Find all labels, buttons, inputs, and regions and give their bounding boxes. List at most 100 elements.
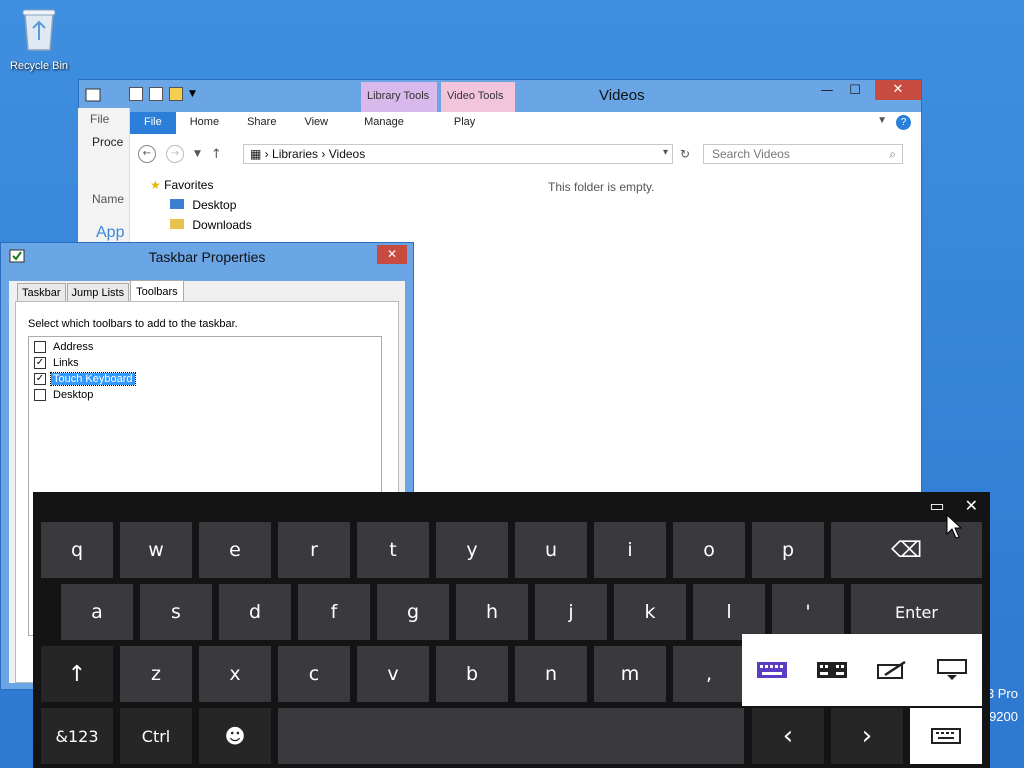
enter-key[interactable]: Enter bbox=[851, 584, 982, 640]
recycle-bin-shortcut[interactable]: Recycle Bin bbox=[6, 6, 72, 72]
emoji-key[interactable]: ☻ bbox=[199, 708, 271, 764]
new-folder-icon[interactable] bbox=[169, 87, 183, 101]
key-b[interactable]: b bbox=[436, 646, 508, 702]
refresh-icon[interactable]: ↻ bbox=[680, 147, 690, 161]
key-l[interactable]: l bbox=[693, 584, 765, 640]
toolbars-description: Select which toolbars to add to the task… bbox=[28, 318, 238, 330]
key-c[interactable]: c bbox=[278, 646, 350, 702]
symbols-key[interactable]: &123 bbox=[41, 708, 113, 764]
key-m[interactable]: m bbox=[594, 646, 666, 702]
keyboard-switcher-key[interactable] bbox=[910, 708, 982, 764]
key-a[interactable]: a bbox=[61, 584, 133, 640]
address-field[interactable]: ▦ › Libraries › Videos ▾ bbox=[243, 144, 673, 164]
handwriting-icon bbox=[877, 661, 906, 679]
key-o[interactable]: o bbox=[673, 522, 745, 578]
key-j[interactable]: j bbox=[535, 584, 607, 640]
tab-view[interactable]: View bbox=[290, 112, 342, 134]
nav-item-desktop[interactable]: Desktop bbox=[140, 198, 290, 212]
breadcrumb-videos[interactable]: Videos bbox=[329, 147, 365, 161]
tab-play[interactable]: Play bbox=[440, 112, 489, 134]
standard-keyboard-option[interactable] bbox=[756, 660, 788, 680]
dock-keyboard-icon[interactable]: ▭ bbox=[929, 496, 944, 515]
video-library-icon[interactable] bbox=[129, 87, 143, 101]
recycle-bin-icon bbox=[22, 9, 56, 51]
properties-icon[interactable] bbox=[149, 87, 163, 101]
key-p[interactable]: p bbox=[752, 522, 824, 578]
hide-keyboard-icon bbox=[937, 659, 967, 680]
toolbar-item-label: Links bbox=[53, 357, 79, 369]
bg-file-tab[interactable]: File bbox=[90, 112, 109, 126]
toolbar-item-desktop[interactable]: Desktop bbox=[31, 387, 379, 403]
maximize-button[interactable]: ☐ bbox=[841, 80, 869, 102]
key-g[interactable]: g bbox=[377, 584, 449, 640]
back-arrow-icon[interactable]: ← bbox=[138, 145, 156, 163]
key-i[interactable]: i bbox=[594, 522, 666, 578]
key-d[interactable]: d bbox=[219, 584, 291, 640]
key-h[interactable]: h bbox=[456, 584, 528, 640]
hide-keyboard-option[interactable] bbox=[936, 659, 968, 680]
toolbar-item-label: Desktop bbox=[53, 389, 94, 401]
key-k[interactable]: k bbox=[614, 584, 686, 640]
ctrl-key[interactable]: Ctrl bbox=[120, 708, 192, 764]
checkbox-checked[interactable]: ✓ bbox=[34, 357, 46, 369]
nav-favorites[interactable]: ★ Favorites bbox=[140, 178, 290, 192]
key-q[interactable]: q bbox=[41, 522, 113, 578]
tab-manage[interactable]: Manage bbox=[350, 112, 418, 134]
key-f[interactable]: f bbox=[298, 584, 370, 640]
empty-folder-message: This folder is empty. bbox=[548, 180, 655, 194]
key-z[interactable]: z bbox=[120, 646, 192, 702]
left-arrow-key[interactable]: ‹ bbox=[752, 708, 824, 764]
expand-ribbon-icon[interactable]: ▼ bbox=[877, 115, 887, 126]
star-icon: ★ bbox=[150, 178, 161, 192]
nav-item-downloads[interactable]: Downloads bbox=[140, 218, 290, 232]
tab-jump-lists[interactable]: Jump Lists bbox=[66, 283, 130, 303]
spacebar-key[interactable] bbox=[278, 708, 744, 764]
key-r[interactable]: r bbox=[278, 522, 350, 578]
key-v[interactable]: v bbox=[357, 646, 429, 702]
key-n[interactable]: n bbox=[515, 646, 587, 702]
key-apostrophe[interactable]: ' bbox=[772, 584, 844, 640]
shift-key[interactable]: ↑ bbox=[41, 646, 113, 702]
key-x[interactable]: x bbox=[199, 646, 271, 702]
split-keyboard-option[interactable] bbox=[816, 660, 848, 680]
key-comma[interactable]: , bbox=[673, 646, 745, 702]
search-icon: ⌕ bbox=[889, 147, 896, 161]
tab-home[interactable]: Home bbox=[176, 112, 233, 134]
window-icon bbox=[85, 88, 101, 102]
bg-process-tab[interactable]: Proce bbox=[92, 135, 123, 149]
background-window: File Proce Name App bbox=[78, 108, 130, 246]
dialog-close-button[interactable]: ✕ bbox=[377, 245, 407, 264]
shift-arrow-icon: ↑ bbox=[67, 661, 87, 687]
tab-toolbars[interactable]: Toolbars bbox=[130, 280, 184, 303]
customize-qat-icon[interactable]: ▼ bbox=[189, 89, 196, 99]
key-u[interactable]: u bbox=[515, 522, 587, 578]
key-t[interactable]: t bbox=[357, 522, 429, 578]
search-input[interactable]: Search Videos ⌕ bbox=[703, 144, 903, 164]
key-e[interactable]: e bbox=[199, 522, 271, 578]
key-w[interactable]: w bbox=[120, 522, 192, 578]
close-button[interactable]: ✕ bbox=[875, 80, 921, 100]
tab-file[interactable]: File bbox=[130, 112, 176, 134]
help-icon[interactable]: ? bbox=[896, 115, 911, 130]
close-keyboard-icon[interactable]: ✕ bbox=[965, 496, 978, 515]
address-dropdown-icon[interactable]: ▾ bbox=[663, 147, 668, 158]
handwriting-option[interactable] bbox=[876, 660, 908, 680]
tab-taskbar[interactable]: Taskbar bbox=[17, 283, 66, 303]
checkbox-checked[interactable]: ✓ bbox=[34, 373, 46, 385]
split-keyboard-icon bbox=[817, 662, 847, 678]
forward-arrow-icon[interactable]: → bbox=[166, 145, 184, 163]
checkbox[interactable] bbox=[34, 389, 46, 401]
watermark-line-2: 9200 bbox=[989, 709, 1018, 724]
toolbar-item-links[interactable]: ✓ Links bbox=[31, 355, 379, 371]
toolbar-item-address[interactable]: Address bbox=[31, 339, 379, 355]
checkbox[interactable] bbox=[34, 341, 46, 353]
breadcrumb-libraries[interactable]: Libraries bbox=[272, 147, 318, 161]
key-s[interactable]: s bbox=[140, 584, 212, 640]
up-arrow-icon[interactable]: ↑ bbox=[211, 147, 222, 162]
recent-locations-icon[interactable]: ▼ bbox=[194, 149, 201, 159]
toolbar-item-touch-keyboard[interactable]: ✓ Touch Keyboard bbox=[31, 371, 379, 387]
minimize-button[interactable]: — bbox=[813, 80, 841, 102]
right-arrow-key[interactable]: › bbox=[831, 708, 903, 764]
tab-share[interactable]: Share bbox=[233, 112, 290, 134]
key-y[interactable]: y bbox=[436, 522, 508, 578]
